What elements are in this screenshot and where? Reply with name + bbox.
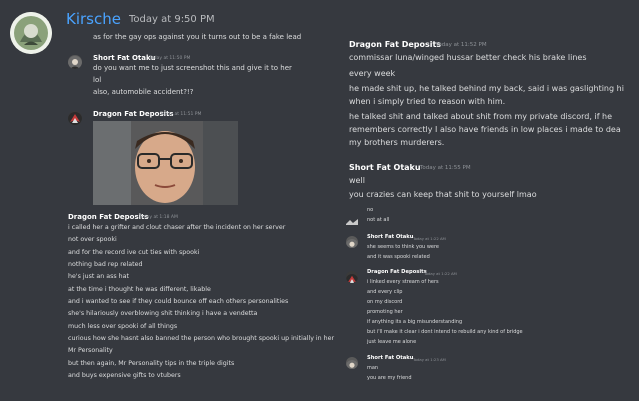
message-timestamp: Today at 1:22 AM (424, 271, 457, 276)
dragon-avatar-art (68, 112, 82, 125)
message-author[interactable]: Short Fat Otaku (93, 54, 156, 62)
dragon-avatar-art (346, 274, 358, 283)
message-timestamp: Today at 11:51 PM (160, 112, 202, 117)
message-timestamp: Today at 1:23 AM (413, 357, 446, 362)
message-line: and buys expensive gifts to vtubers (68, 372, 181, 379)
message-line: do you want me to just screenshot this a… (93, 64, 292, 72)
message-line: curious how she hasnt also banned the pe… (68, 335, 335, 342)
message-line: but i'll make it clear i dont intend to … (367, 329, 523, 335)
message-line: but then again, Mr Personality tips in t… (68, 360, 235, 367)
message-line: when i simply tried to reason with him. (349, 97, 506, 106)
message-line: promoting her (367, 309, 403, 315)
message-line: he's just an ass hat (68, 273, 129, 280)
avatar-short-fat-otaku[interactable] (346, 357, 358, 369)
message-line: at the time i thought he was different, … (68, 286, 211, 293)
avatar-dragon-fat-deposits[interactable] (68, 111, 82, 125)
message-line: much less over spooki of all things (68, 323, 178, 330)
message-author[interactable]: Short Fat Otaku (367, 234, 413, 240)
dragon-avatar-art (346, 219, 358, 225)
avatar-short-fat-otaku[interactable] (68, 55, 82, 69)
message-timestamp: Today at 11:55 PM (420, 165, 471, 171)
message-line: every week (349, 69, 396, 78)
kirsche-author-name[interactable]: Kirsche (66, 10, 121, 28)
message-timestamp: Today at 11:52 PM (436, 42, 487, 48)
message-line: not over spooki (68, 236, 117, 243)
message-line: and every clip (367, 289, 403, 295)
avatar-kirsche[interactable] (10, 12, 52, 54)
message-line: as for the gay ops against you it turns … (93, 33, 302, 41)
message-line: and it was spooki related (367, 254, 430, 260)
message-author[interactable]: Dragon Fat Deposits (68, 213, 149, 221)
message-line: commissar luna/winged hussar better chec… (349, 53, 587, 62)
message-line: remembers correctly I also have friends … (349, 125, 621, 134)
message-timestamp: Today at 11:50 PM (149, 56, 191, 61)
avatar-short-fat-otaku[interactable] (346, 236, 358, 248)
attached-image[interactable] (93, 121, 238, 205)
message-line: she's hilariously overblowing shit think… (68, 310, 258, 317)
avatar-fragment (346, 210, 358, 225)
kirsche-avatar-art (10, 12, 52, 54)
message-line: lol (93, 76, 102, 84)
message-line: and i wanted to see if they could bounce… (68, 298, 289, 305)
message-line: no (367, 207, 374, 213)
message-author[interactable]: Short Fat Otaku (367, 355, 413, 361)
message-line: nothing bad rep related (68, 261, 143, 268)
message-line: i called her a grifter and clout chaser … (68, 224, 286, 231)
message-line: not at all (367, 217, 390, 223)
message-line: on my discord (367, 299, 403, 305)
message-line: just leave me alone (367, 339, 417, 345)
message-line: man (367, 365, 379, 371)
message-line: she seems to think you were (367, 244, 440, 250)
otaku-avatar-art (346, 360, 358, 369)
message-line: you are my friend (367, 375, 412, 381)
avatar-dragon-fat-deposits[interactable] (346, 271, 358, 283)
message-line: he made shit up, he talked behind my bac… (349, 84, 624, 93)
message-line: i linked every stream of hers (367, 279, 439, 285)
message-timestamp: Today at 1:22 AM (413, 236, 446, 241)
message-line: Mr Personality (68, 347, 113, 354)
message-timestamp: Today at 1:18 AM (139, 215, 178, 220)
message-line: my brothers murderers. (349, 138, 445, 147)
message-line: he talked shit and talked about shit fro… (349, 112, 613, 121)
otaku-avatar-art (346, 239, 358, 248)
message-line: also, automobile accident?!? (93, 88, 194, 96)
message-author[interactable]: Short Fat Otaku (349, 163, 421, 172)
message-author[interactable]: Dragon Fat Deposits (367, 269, 427, 275)
office-man-photo (93, 121, 238, 205)
message-author[interactable]: Dragon Fat Deposits (349, 40, 441, 49)
message-line: you crazies can keep that shit to yourse… (349, 190, 537, 199)
message-line: well (349, 176, 365, 185)
kirsche-timestamp: Today at 9:50 PM (129, 14, 215, 25)
otaku-avatar-art (68, 56, 82, 69)
message-line: and for the record ive cut ties with spo… (68, 249, 200, 256)
message-line: if anything its a big misunderstanding (367, 319, 463, 325)
